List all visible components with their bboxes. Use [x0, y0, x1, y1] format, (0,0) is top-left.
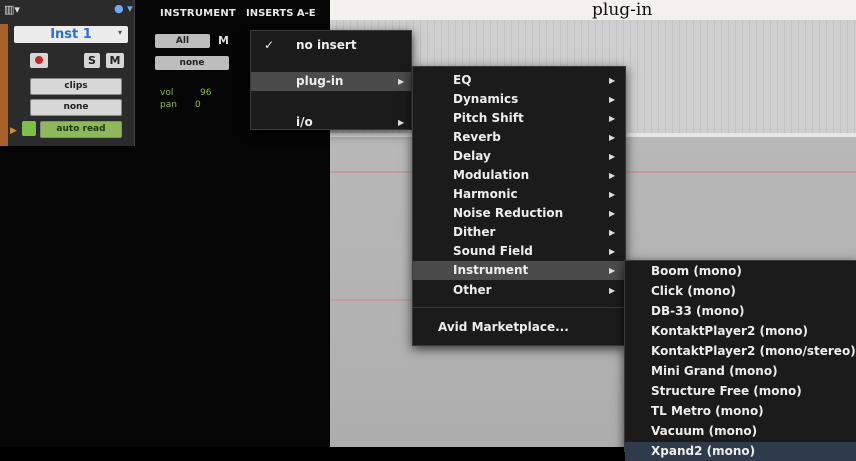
- menu-item-plugin[interactable]: Xpand2 (mono): [625, 442, 856, 461]
- menu-item-dynamics[interactable]: Dynamics ▶: [413, 90, 625, 109]
- menu-item-other[interactable]: Other ▶: [413, 281, 625, 300]
- checkmark-icon: ✓: [264, 38, 275, 52]
- volume-value[interactable]: 96: [200, 88, 211, 98]
- record-button[interactable]: [30, 53, 48, 68]
- voice-select[interactable]: none: [30, 99, 122, 116]
- track-color-tab: [0, 24, 8, 146]
- menu-item-delay[interactable]: Delay ▶: [413, 147, 625, 166]
- plug-in-category-menu: EQ ▶ Dynamics ▶ Pitch Shift ▶ Reverb ▶ Delay…: [412, 66, 626, 346]
- volume-label: vol: [160, 88, 174, 98]
- submenu-arrow-icon: ▶: [609, 171, 616, 180]
- menu-item-plugin[interactable]: TL Metro (mono): [625, 402, 856, 421]
- menu-item-reverb[interactable]: Reverb ▶: [413, 128, 625, 147]
- mute-button[interactable]: M: [106, 53, 124, 68]
- menu-item-io[interactable]: i/o ▶: [251, 113, 411, 132]
- submenu-arrow-icon: ▶: [609, 95, 616, 104]
- pan-label: pan: [160, 100, 177, 110]
- submenu-arrow-icon: ▶: [609, 247, 616, 256]
- chevron-down-icon[interactable]: ▾: [118, 28, 122, 37]
- track-strip: ▥▾ ● ▾ Inst 1 ▾ S M clips none ▶ auto re…: [0, 0, 135, 146]
- submenu-arrow-icon: ▶: [609, 152, 616, 161]
- submenu-arrow-icon: ▶: [609, 228, 616, 237]
- caption-text: plug-in: [592, 0, 653, 20]
- submenu-arrow-icon: ▶: [609, 209, 616, 218]
- submenu-arrow-icon: ▶: [609, 266, 616, 275]
- instrument-column-header: INSTRUMENT: [160, 8, 236, 19]
- submenu-arrow-icon: ▶: [609, 114, 616, 123]
- menu-item-plugin[interactable]: Structure Free (mono): [625, 382, 856, 401]
- menu-item-modulation[interactable]: Modulation ▶: [413, 166, 625, 185]
- automation-mode-icon: [22, 121, 36, 136]
- instrument-mute-button[interactable]: M: [218, 34, 229, 47]
- track-menu-icon[interactable]: ▥▾: [4, 3, 32, 17]
- menu-item-plugin[interactable]: KontaktPlayer2 (mono): [625, 322, 856, 341]
- submenu-arrow-icon: ▶: [609, 76, 616, 85]
- menu-item-avid-marketplace[interactable]: Avid Marketplace...: [413, 318, 625, 337]
- solo-button[interactable]: S: [84, 53, 100, 68]
- playlist-view-select[interactable]: clips: [30, 78, 122, 95]
- pan-value[interactable]: 0: [195, 100, 201, 110]
- menu-item-plugin[interactable]: Boom (mono): [625, 262, 856, 281]
- inserts-column-header: INSERTS A-E: [246, 8, 316, 19]
- midi-input-select[interactable]: none: [155, 56, 229, 70]
- page-caption-fragment: plug-in: [330, 0, 856, 20]
- menu-item-plugin[interactable]: DB-33 (mono): [625, 302, 856, 321]
- menu-separator: [413, 307, 625, 308]
- record-indicator-icon[interactable]: ● ▾: [114, 2, 133, 15]
- track-name-field[interactable]: Inst 1: [14, 26, 128, 43]
- menu-item-plugin[interactable]: Mini Grand (mono): [625, 362, 856, 381]
- submenu-arrow-icon: ▶: [609, 286, 616, 295]
- insert-menu: ✓ no insert plug-in ▶ i/o ▶: [250, 30, 412, 130]
- menu-item-plug-in[interactable]: plug-in ▶: [251, 72, 411, 91]
- menu-item-sound-field[interactable]: Sound Field ▶: [413, 242, 625, 261]
- menu-item-plugin[interactable]: Vacuum (mono): [625, 422, 856, 441]
- menu-item-harmonic[interactable]: Harmonic ▶: [413, 185, 625, 204]
- submenu-arrow-icon: ▶: [609, 133, 616, 142]
- expand-triangle-icon[interactable]: ▶: [10, 126, 17, 136]
- submenu-arrow-icon: ▶: [398, 118, 405, 127]
- menu-item-no-insert[interactable]: ✓ no insert: [251, 36, 411, 55]
- midi-channel-select[interactable]: All: [155, 34, 210, 48]
- instrument-plugin-menu: Boom (mono) Click (mono) DB-33 (mono) Ko…: [624, 260, 856, 461]
- automation-mode-select[interactable]: auto read: [40, 121, 122, 138]
- menu-item-plugin[interactable]: Click (mono): [625, 282, 856, 301]
- menu-item-dither[interactable]: Dither ▶: [413, 223, 625, 242]
- menu-item-pitch-shift[interactable]: Pitch Shift ▶: [413, 109, 625, 128]
- submenu-arrow-icon: ▶: [609, 190, 616, 199]
- menu-item-instrument[interactable]: Instrument ▶: [413, 261, 625, 280]
- menu-item-plugin[interactable]: KontaktPlayer2 (mono/stereo): [625, 342, 856, 361]
- menu-item-noise-reduction[interactable]: Noise Reduction ▶: [413, 204, 625, 223]
- submenu-arrow-icon: ▶: [398, 77, 405, 86]
- record-dot-icon: [35, 56, 43, 64]
- menu-item-eq[interactable]: EQ ▶: [413, 71, 625, 90]
